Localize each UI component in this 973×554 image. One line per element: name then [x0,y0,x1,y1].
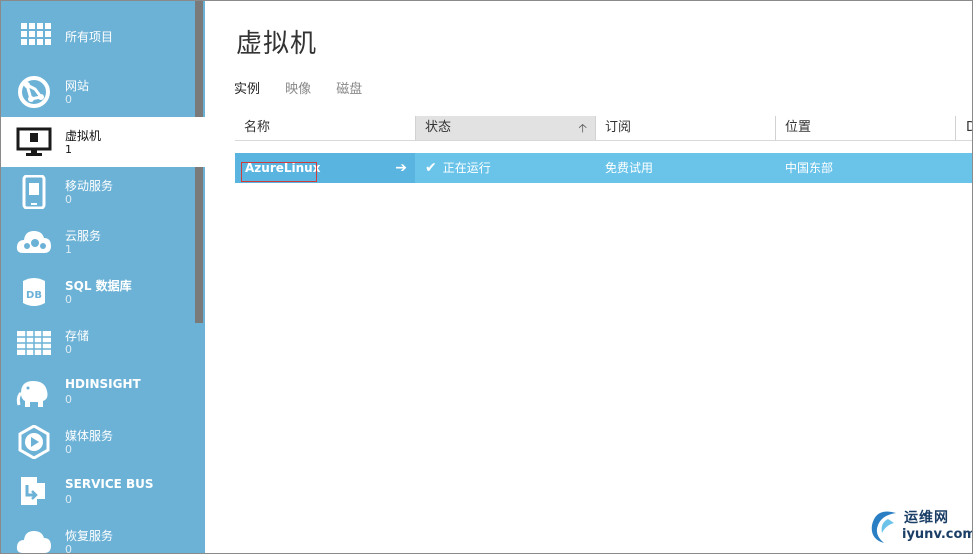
sidebar-item-label: 虚拟机 [65,129,102,143]
sidebar-item-media-services[interactable]: 媒体服务 0 [1,417,193,467]
column-header-name[interactable]: 名称 [235,116,415,140]
recovery-icon [15,525,53,553]
sidebar-item-count: 0 [65,493,72,506]
watermark-logo: 运维网 iyunv.com [866,505,972,547]
sidebar-item-count: 0 [65,393,72,406]
sidebar-item-label: 网站 [65,79,90,93]
status-cell: ✔ 正在运行 [415,153,595,183]
service-bus-icon [15,475,53,509]
sidebar-item-label: 存储 [65,329,90,343]
sidebar-item-label: 移动服务 [65,179,114,193]
tab-bar: 实例 映像 磁盘 [234,78,382,97]
page-title: 虚拟机 [236,29,318,59]
sidebar-item-label: 所有项目 [65,30,114,44]
sidebar-item-count: 0 [65,443,72,456]
sidebar-item-label: 恢复服务 [65,529,114,543]
elephant-icon [15,375,53,409]
arrow-right-icon[interactable]: ➔ [395,153,407,183]
sidebar-item-label: HDINSIGHT [65,377,141,391]
sidebar: 所有项目 网站 0 虚拟机 1 移动服务 0 云服务 1 DB SQL 数据库 … [1,1,205,553]
sidebar-item-count: 1 [65,143,72,156]
sidebar-item-websites[interactable]: 网站 0 [1,67,193,117]
sidebar-item-cloud-services[interactable]: 云服务 1 [1,217,193,267]
sidebar-item-count: 0 [65,193,72,206]
highlight-outline [241,162,317,182]
globe-icon [15,75,53,109]
active-item-extension [193,117,205,167]
column-label: 状态 [425,120,452,135]
column-label: D [966,120,972,135]
sidebar-item-count: 0 [65,293,72,306]
column-header-subscription[interactable]: 订阅 [595,116,775,140]
sidebar-item-label: SERVICE BUS [65,477,154,491]
table-row[interactable]: AzureLinux ➔ ✔ 正在运行 免费试用 中国东部 [235,153,972,183]
sidebar-item-count: 1 [65,243,72,256]
database-icon: DB [15,275,53,309]
sidebar-item-all[interactable]: 所有项目 [1,11,193,61]
sidebar-item-hdinsight[interactable]: HDINSIGHT 0 [1,367,193,417]
checkmark-icon: ✔ [425,160,437,176]
sidebar-item-mobile-services[interactable]: 移动服务 0 [1,167,193,217]
sidebar-item-count: 0 [65,543,72,553]
main-content: 虚拟机 实例 映像 磁盘 名称 状态 🡡 订阅 位置 D AzureLinux … [205,1,972,553]
sidebar-item-recovery-services[interactable]: 恢复服务 0 [1,517,193,553]
cloud-gear-icon [15,225,53,259]
grid-icon [15,19,53,53]
column-label: 订阅 [605,120,632,135]
location-cell: 中国东部 [785,161,834,175]
table-icon [15,325,53,359]
watermark-text: 运维网 [904,510,949,526]
column-header-truncated[interactable]: D [955,116,972,140]
sort-ascending-icon: 🡡 [578,121,587,135]
sidebar-item-label: SQL 数据库 [65,279,132,293]
sidebar-item-label: 媒体服务 [65,429,114,443]
tab-images[interactable]: 映像 [285,78,311,97]
tab-disks[interactable]: 磁盘 [336,78,362,97]
vm-name-cell[interactable]: AzureLinux ➔ [235,153,415,183]
status-text: 正在运行 [442,161,491,175]
sidebar-item-storage[interactable]: 存储 0 [1,317,193,367]
table-header: 名称 状态 🡡 订阅 位置 D [235,116,972,141]
media-icon [15,425,53,459]
column-header-status[interactable]: 状态 🡡 [415,116,595,140]
column-label: 位置 [785,120,812,135]
sidebar-scrollbar[interactable] [193,1,205,553]
tab-instances[interactable]: 实例 [234,78,260,97]
sidebar-item-sql-database[interactable]: DB SQL 数据库 0 [1,267,193,317]
portal-window: 所有项目 网站 0 虚拟机 1 移动服务 0 云服务 1 DB SQL 数据库 … [0,0,973,554]
watermark-swirl-icon [871,511,896,543]
column-label: 名称 [244,120,271,135]
column-header-location[interactable]: 位置 [775,116,955,140]
sidebar-item-label: 云服务 [65,229,102,243]
mobile-icon [15,175,53,209]
sidebar-item-service-bus[interactable]: SERVICE BUS 0 [1,467,193,517]
svg-text:DB: DB [26,290,42,301]
sidebar-item-count: 0 [65,93,72,106]
sidebar-item-virtual-machines[interactable]: 虚拟机 1 [1,117,193,167]
subscription-cell: 免费试用 [605,161,654,175]
watermark-url: iyunv.com [902,527,973,542]
sidebar-item-count: 0 [65,343,72,356]
monitor-icon [15,125,53,159]
